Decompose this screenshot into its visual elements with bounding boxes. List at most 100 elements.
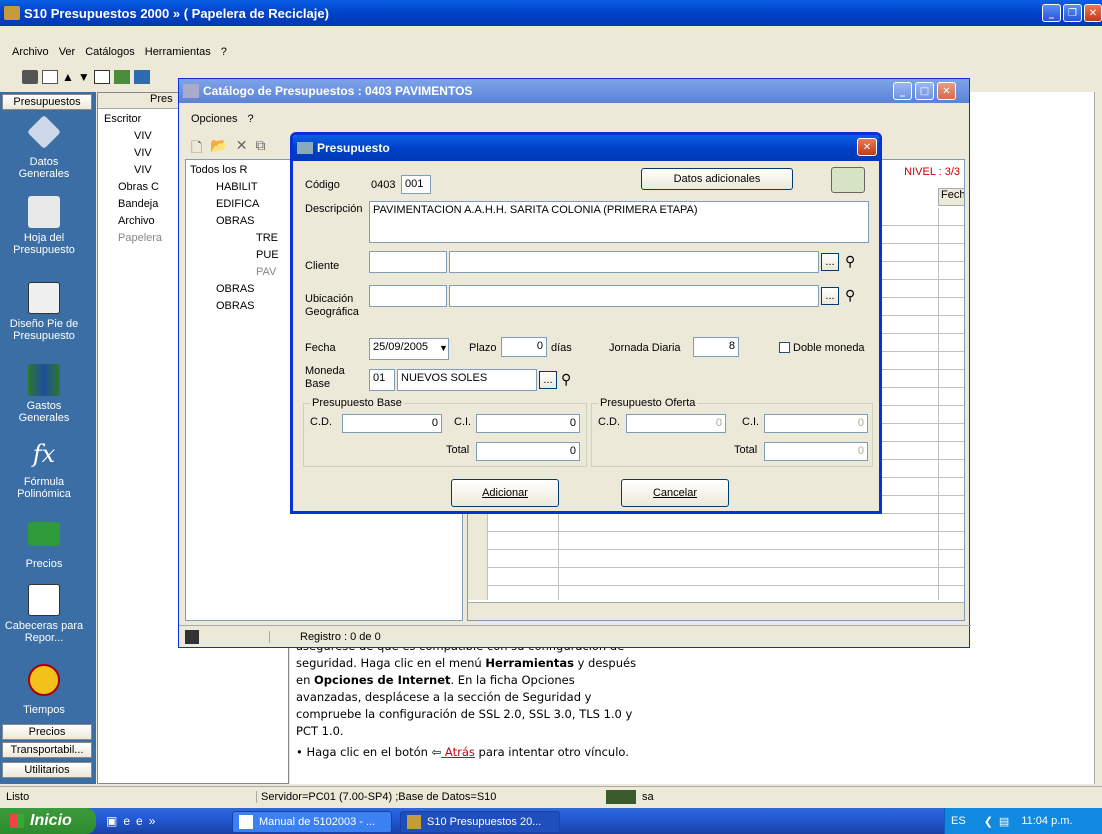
sidebar-tab-presupuestos[interactable]: Presupuestos (2, 94, 92, 110)
sidebar-tab-utilitarios[interactable]: Utilitarios (2, 762, 92, 778)
fecha-col-header[interactable]: Fech (938, 188, 964, 206)
catalog-close-button[interactable]: ✕ (937, 82, 956, 100)
binoculars-icon[interactable]: ⚲ (845, 287, 855, 304)
sidebar-item-diseno-pie[interactable]: Diseño Pie de Presupuesto (0, 282, 88, 342)
quick-launch: ▣ e e » (106, 814, 155, 828)
copy-icon[interactable]: ⧉ (255, 137, 265, 161)
dialog-icon (297, 142, 313, 154)
atras-link[interactable]: Atrás (441, 745, 475, 759)
codigo-input[interactable]: 001 (401, 175, 431, 194)
dialog-title-bar: Presupuesto (293, 135, 879, 161)
sidebar-item-datos-generales[interactable]: Datos Generales (0, 115, 88, 180)
catalog-menu-opciones[interactable]: Opciones (191, 113, 237, 125)
down-arrow-icon[interactable]: ▼ (78, 70, 90, 84)
sidebar-tab-transportabilidad[interactable]: Transportabil... (2, 742, 92, 758)
minimize-button[interactable]: _ (1042, 4, 1061, 22)
moneda-code-input[interactable]: 01 (369, 369, 395, 391)
sidebar-item-gastos-generales[interactable]: Gastos Generales (0, 364, 88, 424)
binoculars-icon[interactable]: ⚲ (561, 371, 571, 388)
up-arrow-icon[interactable]: ▲ (62, 70, 74, 84)
ie-icon[interactable]: e (123, 814, 130, 828)
sidebar-item-hoja-presupuesto[interactable]: Hoja del Presupuesto (0, 196, 88, 256)
cancelar-button[interactable]: Cancelar (621, 479, 729, 507)
jornada-input[interactable]: 8 (693, 337, 739, 357)
ie-icon[interactable]: e (136, 814, 143, 828)
sidebar-item-cabeceras[interactable]: Cabeceras para Repor... (0, 584, 88, 644)
cliente-code-input[interactable] (369, 251, 447, 273)
calculator-icon[interactable] (831, 167, 865, 193)
sidebar-item-tiempos[interactable]: Tiempos (0, 664, 88, 716)
grid-hscrollbar[interactable] (468, 602, 964, 620)
menu-bar: Archivo Ver Catálogos Herramientas ? (0, 42, 1102, 62)
oferta-ci-input[interactable]: 0 (764, 414, 868, 433)
descripcion-input[interactable]: PAVIMENTACION A.A.H.H. SARITA COLONIA (P… (369, 201, 869, 243)
browser-scrollbar[interactable] (1094, 92, 1102, 784)
cliente-browse-button[interactable]: ... (821, 253, 839, 271)
moneda-label: Moneda Base (305, 365, 345, 390)
doble-moneda-checkbox[interactable] (779, 342, 790, 353)
menu-ver[interactable]: Ver (59, 46, 76, 58)
server-status: Servidor=PC01 (7.00-SP4) ;Base de Datos=… (256, 790, 606, 803)
app-quicklaunch-icon[interactable]: ▣ (106, 814, 117, 828)
new-icon[interactable]: 🗋 (191, 137, 202, 161)
plazo-input[interactable]: 0 (501, 337, 547, 357)
oferta-total-input[interactable]: 0 (764, 442, 868, 461)
ubicacion-label: Ubicación Geográfica (305, 293, 359, 318)
print-icon[interactable] (22, 70, 38, 84)
moneda-browse-button[interactable]: ... (539, 371, 557, 389)
adicionar-button[interactable]: Adicionar (451, 479, 559, 507)
preview-icon[interactable] (42, 70, 58, 84)
app-icon (4, 6, 20, 20)
close-button[interactable]: ✕ (1084, 4, 1102, 22)
catalog-minimize-button[interactable]: _ (893, 82, 912, 100)
fecha-input[interactable]: 25/09/2005 (369, 338, 449, 360)
chevron-down-icon[interactable]: ▼ (439, 343, 448, 353)
cliente-name-input[interactable] (449, 251, 819, 273)
window-icon[interactable] (133, 70, 150, 84)
base-ci-input[interactable]: 0 (476, 414, 580, 433)
catalog-maximize-button[interactable]: □ (915, 82, 934, 100)
delete-icon[interactable]: ✕ (236, 137, 248, 161)
menu-herramientas[interactable]: Herramientas (145, 46, 211, 58)
system-tray: ES ❮ ▤ 11:04 p.m. (944, 808, 1102, 834)
sidebar-item-formula[interactable]: fx Fórmula Polinómica (0, 440, 88, 500)
sidebar-tab-precios[interactable]: Precios (2, 724, 92, 740)
dialog-close-button[interactable]: ✕ (857, 138, 877, 156)
presupuesto-base-group: Presupuesto Base C.D. 0 C.I. 0 Total 0 (303, 397, 587, 467)
menu-archivo[interactable]: Archivo (12, 46, 49, 58)
tiempos-icon (28, 664, 60, 696)
base-cd-input[interactable]: 0 (342, 414, 442, 433)
open-icon[interactable]: 📂 (210, 137, 227, 161)
task-manual[interactable]: Manual de 5102003 - ... (232, 811, 392, 833)
binoculars-icon[interactable]: ⚲ (845, 253, 855, 270)
datos-adicionales-button[interactable]: Datos adicionales (641, 168, 793, 190)
ubicacion-browse-button[interactable]: ... (821, 287, 839, 305)
oferta-cd-input[interactable]: 0 (626, 414, 726, 433)
restore-button[interactable]: ❐ (1063, 4, 1082, 22)
datos-generales-icon (27, 115, 61, 149)
ubicacion-name-input[interactable] (449, 285, 819, 307)
language-indicator[interactable]: ES (951, 815, 966, 827)
clock[interactable]: 11:04 p.m. (1021, 815, 1072, 827)
s10-app-icon (407, 815, 421, 829)
registro-status: Registro : 0 de 0 (269, 630, 381, 643)
task-s10[interactable]: S10 Presupuestos 20... (400, 811, 560, 833)
network-icon[interactable]: ▤ (999, 815, 1009, 828)
menu-help[interactable]: ? (221, 46, 227, 58)
plazo-label: Plazo (469, 342, 497, 354)
moneda-name-input[interactable]: NUEVOS SOLES (397, 369, 537, 391)
catalog-menu-help[interactable]: ? (247, 113, 253, 125)
tree-view-icon[interactable] (113, 70, 130, 84)
main-statusbar: Listo Servidor=PC01 (7.00-SP4) ;Base de … (0, 786, 1102, 806)
list-view-icon[interactable] (93, 70, 110, 84)
menu-catalogos[interactable]: Catálogos (85, 46, 135, 58)
more-icon[interactable]: » (149, 814, 156, 828)
codigo-label: Código (305, 179, 340, 191)
ubicacion-code-input[interactable] (369, 285, 447, 307)
sidebar-item-precios[interactable]: Precios (0, 522, 88, 570)
main-title-bar: S10 Presupuestos 2000 » ( Papelera de Re… (0, 0, 1102, 26)
gastos-generales-icon (28, 364, 60, 396)
start-button[interactable]: Inicio (0, 808, 96, 834)
tray-expand-icon[interactable]: ❮ (984, 815, 993, 828)
base-total-input[interactable]: 0 (476, 442, 580, 461)
